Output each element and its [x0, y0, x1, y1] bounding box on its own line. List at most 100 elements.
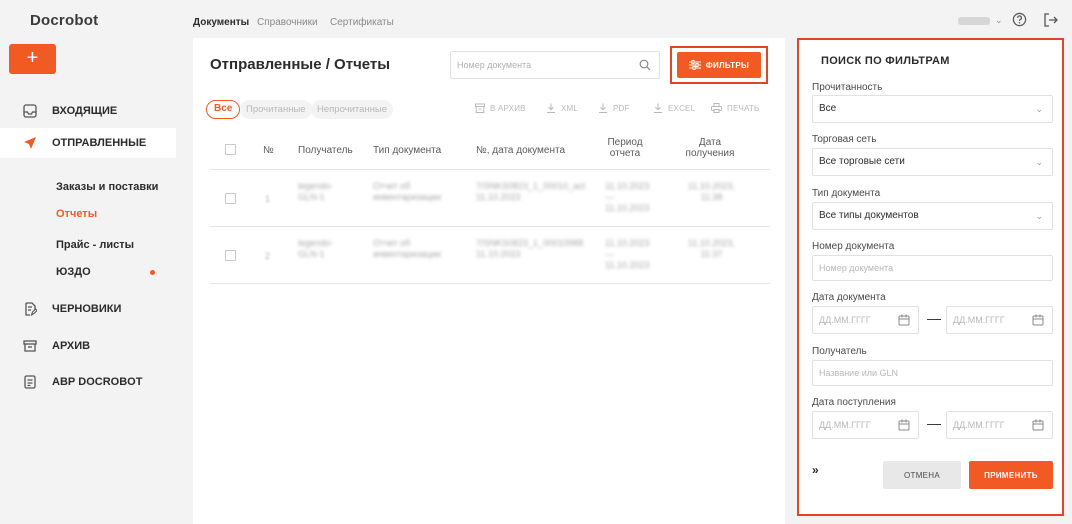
calendar-icon[interactable]: [898, 419, 910, 431]
doc-date-from[interactable]: [812, 306, 919, 334]
table-row[interactable]: 1 legendo- GLN-1 Отчет об инвентаризации 7…: [210, 171, 770, 227]
xml-action[interactable]: XML: [546, 103, 578, 113]
archive-icon: [475, 103, 485, 113]
sidebar-sub-reports[interactable]: Отчеты: [56, 208, 97, 220]
search-icon[interactable]: [639, 59, 651, 71]
col-period[interactable]: Период отчета: [600, 137, 650, 159]
xml-action-label: XML: [561, 103, 579, 113]
recipient-input[interactable]: [813, 361, 1052, 385]
sidebar-item-label: ВХОДЯЩИЕ: [52, 105, 118, 117]
table-header: № Получатель Тип документа №, дата докум…: [210, 132, 770, 170]
doc-number-input[interactable]: [813, 256, 1052, 280]
logout-icon[interactable]: [1043, 12, 1059, 28]
retail-chain-select[interactable]: Все торговые сети ⌄: [812, 148, 1053, 176]
date-range-dash: —: [927, 415, 941, 431]
row-period: 11.10.2023—11.10.2023: [605, 181, 649, 214]
sidebar-item-sent[interactable]: ОТПРАВЛЕННЫЕ: [0, 128, 176, 158]
document-icon: [22, 374, 38, 390]
chip-all[interactable]: Все: [206, 100, 241, 119]
retail-chain-value: Все торговые сети: [819, 156, 905, 167]
recipient-field[interactable]: [812, 360, 1053, 386]
tab-certificates[interactable]: Сертификаты: [330, 17, 394, 28]
row-number: 1: [265, 194, 271, 204]
download-icon: [599, 103, 607, 113]
col-period-line1: Период: [607, 137, 643, 148]
row-doc-date: 11.10.2023: [476, 192, 521, 202]
printer-icon: [711, 103, 722, 113]
doc-date-to[interactable]: [946, 306, 1053, 334]
filter-panel-title: ПОИСК ПО ФИЛЬТРАМ: [821, 55, 950, 67]
sidebar-sub-yuzdo[interactable]: ЮЗДО: [56, 266, 91, 278]
sidebar-item-archive[interactable]: АРХИВ: [0, 331, 176, 361]
row-checkbox[interactable]: [225, 193, 236, 204]
received-date-to-input[interactable]: [947, 412, 1027, 438]
download-icon: [547, 103, 555, 113]
calendar-icon[interactable]: [1032, 419, 1044, 431]
chevron-down-icon: ⌄: [1035, 104, 1043, 114]
unread-dot: [150, 270, 155, 275]
row-recipient: legendo- GLN-1: [298, 181, 333, 203]
user-name[interactable]: [958, 17, 990, 25]
row-period-end: 11.10.2023: [605, 260, 650, 270]
sidebar-item-drafts[interactable]: ЧЕРНОВИКИ: [0, 294, 176, 324]
filters-button[interactable]: ФИЛЬТРЫ: [677, 52, 761, 78]
col-num: №: [263, 145, 274, 156]
doc-date-to-input[interactable]: [947, 307, 1027, 333]
doc-type-select[interactable]: Все типы документов ⌄: [812, 202, 1053, 230]
sidebar-item-label: ЧЕРНОВИКИ: [52, 303, 122, 315]
received-date-from[interactable]: [812, 411, 919, 439]
excel-action-label: EXCEL: [668, 103, 696, 113]
row-received: 11.10.2023, 11:37: [688, 238, 735, 260]
select-all-checkbox[interactable]: [225, 144, 236, 155]
sidebar-sub-pricelists[interactable]: Прайс - листы: [56, 239, 134, 251]
chip-unread[interactable]: Непрочитанные: [311, 100, 394, 119]
row-doc-type-line1: Отчет об: [373, 181, 411, 191]
excel-action[interactable]: EXCEL: [653, 103, 695, 113]
print-action[interactable]: ПЕЧАТЬ: [711, 103, 759, 113]
col-recipient[interactable]: Получатель: [298, 145, 353, 156]
apply-button[interactable]: ПРИМЕНИТЬ: [969, 461, 1053, 489]
search-box[interactable]: [450, 51, 660, 79]
help-icon[interactable]: [1012, 12, 1027, 27]
sidebar-item-avr[interactable]: АВР DOCROBOT: [0, 367, 176, 397]
read-status-select[interactable]: Все ⌄: [812, 95, 1053, 123]
chevron-down-icon[interactable]: ⌄: [995, 15, 1003, 26]
col-received[interactable]: Дата получения: [680, 137, 740, 159]
search-input[interactable]: [451, 52, 621, 78]
app-logo: Docrobot: [30, 12, 99, 29]
row-received: 11.10.2023, 11:38: [688, 181, 735, 203]
doc-date-from-input[interactable]: [813, 307, 893, 333]
top-nav: Документы Справочники Сертификаты: [176, 0, 1072, 36]
page-title: Отправленные / Отчеты: [210, 56, 391, 73]
cancel-button[interactable]: ОТМЕНА: [883, 461, 961, 489]
create-document-button[interactable]: +: [9, 44, 56, 74]
row-doc-type-line2: инвентаризации: [373, 249, 442, 259]
row-checkbox[interactable]: [225, 250, 236, 261]
received-date-from-input[interactable]: [813, 412, 893, 438]
chevron-down-icon: ⌄: [1035, 157, 1043, 167]
row-doc-type-line2: инвентаризации: [373, 192, 442, 202]
inbox-icon: [22, 103, 38, 119]
doc-date-label: Дата документа: [812, 292, 886, 303]
sidebar-sub-orders[interactable]: Заказы и поставки: [56, 181, 158, 193]
archive-icon: [22, 338, 38, 354]
read-status-value: Все: [819, 103, 837, 114]
doc-number-field[interactable]: [812, 255, 1053, 281]
col-doc-number-date[interactable]: №, дата документа: [476, 145, 565, 156]
table-row[interactable]: 2 legendo- GLN-1 Отчет об инвентаризации 7…: [210, 228, 770, 284]
tab-documents[interactable]: Документы: [193, 17, 249, 28]
row-recipient-line2: GLN-1: [298, 249, 325, 259]
row-number: 2: [265, 251, 271, 261]
sidebar-item-inbox[interactable]: ВХОДЯЩИЕ: [0, 96, 176, 126]
chip-read[interactable]: Прочитанные: [240, 100, 312, 119]
calendar-icon[interactable]: [1032, 314, 1044, 326]
row-recipient-line2: GLN-1: [298, 192, 325, 202]
received-date-to[interactable]: [946, 411, 1053, 439]
archive-action[interactable]: В АРХИВ: [475, 103, 526, 113]
calendar-icon[interactable]: [898, 314, 910, 326]
collapse-panel-icon[interactable]: »: [812, 463, 819, 477]
row-recipient-line1: legendo-: [298, 181, 334, 191]
col-doc-type[interactable]: Тип документа: [373, 145, 441, 156]
tab-directories[interactable]: Справочники: [257, 17, 318, 28]
pdf-action[interactable]: PDF: [598, 103, 630, 113]
